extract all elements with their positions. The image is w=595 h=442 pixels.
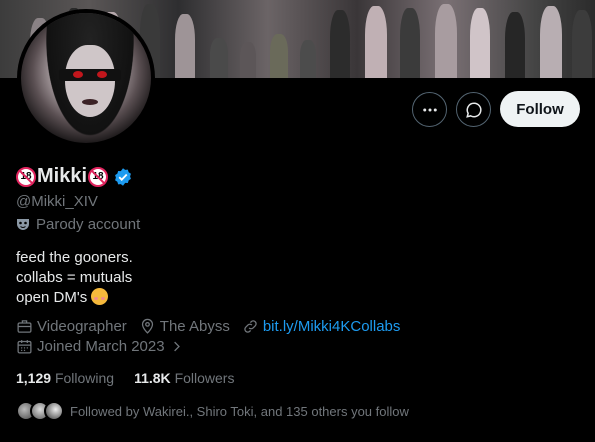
more-icon: [422, 108, 437, 111]
avatar-lips: [82, 99, 98, 105]
follower-avatar: [44, 401, 64, 421]
avatar-eye: [73, 71, 83, 78]
location: The Abyss: [139, 318, 230, 335]
following-label: Following: [54, 370, 115, 386]
following-link[interactable]: 1,129 Following: [16, 370, 114, 386]
followed-by-text: Followed by Wakirei., Shiro Toki, and 13…: [70, 403, 409, 419]
parody-label: Parody account: [16, 216, 140, 233]
joined-text: Joined March 2023: [37, 338, 165, 355]
following-count: 1,129: [16, 370, 52, 386]
message-button[interactable]: [456, 92, 491, 127]
profile-avatar[interactable]: [17, 9, 155, 147]
profile-meta: Videographer The Abyss bit.ly/Mikki4KCol…: [16, 318, 412, 335]
joined-date: Joined March 2023: [16, 338, 184, 355]
message-icon: [465, 101, 482, 118]
bio-line: feed the gooners.: [16, 249, 133, 266]
handle: @Mikki_XIV: [16, 193, 98, 210]
followers-label: Followers: [174, 370, 235, 386]
occupation: Videographer: [16, 318, 127, 335]
avatar-mask: [59, 69, 121, 81]
more-button[interactable]: [412, 92, 447, 127]
parody-text: Parody account: [36, 216, 141, 233]
verified-icon[interactable]: [113, 167, 133, 187]
bio-line: open DM's: [16, 288, 133, 308]
name-row: 18 Mikki 18: [16, 165, 133, 188]
adult-badge-icon: 18: [16, 166, 36, 187]
bio: feed the gooners. collabs = mutuals open…: [16, 248, 133, 308]
occupation-text: Videographer: [37, 318, 127, 335]
chevron-right-icon[interactable]: [169, 339, 184, 354]
location-text: The Abyss: [159, 318, 230, 335]
followers-link[interactable]: 11.8K Followers: [134, 370, 234, 386]
blush-emoji-icon: [91, 288, 109, 305]
followed-by[interactable]: Followed by Wakirei., Shiro Toki, and 13…: [16, 401, 409, 421]
follow-stats: 1,129 Following 11.8K Followers: [16, 370, 234, 386]
followers-count: 11.8K: [134, 370, 171, 386]
location-pin-icon: [141, 318, 153, 334]
website-link[interactable]: bit.ly/Mikki4KCollabs: [242, 318, 401, 335]
link-icon: [244, 320, 257, 333]
website-link-text[interactable]: bit.ly/Mikki4KCollabs: [263, 318, 401, 335]
follow-button[interactable]: Follow: [500, 91, 580, 127]
parody-mask-icon: [17, 219, 29, 230]
adult-badge-icon: 18: [88, 166, 109, 187]
calendar-icon: [17, 340, 32, 354]
display-name: Mikki: [37, 165, 88, 187]
joined-row: Joined March 2023: [16, 338, 196, 355]
avatar-face: [65, 45, 115, 117]
avatar-eye: [97, 71, 107, 78]
bio-line-text: open DM's: [16, 289, 88, 306]
bio-line: collabs = mutuals: [16, 269, 133, 286]
briefcase-icon: [17, 320, 32, 333]
